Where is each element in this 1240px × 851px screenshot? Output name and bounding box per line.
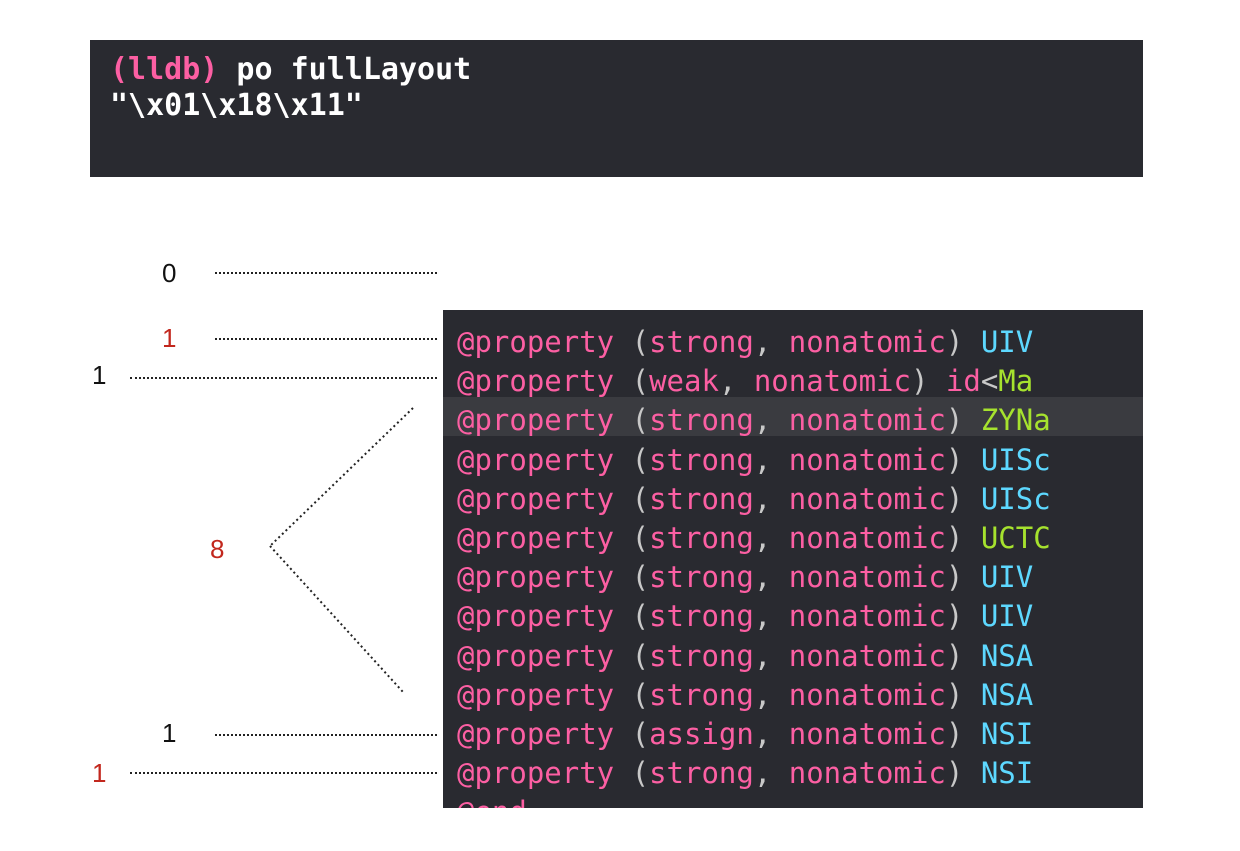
property-keyword: @property [457,364,615,399]
property-type: NSA [980,677,1034,712]
code-line: @property (assign, nonatomic) NSI [457,716,1033,752]
property-attributes: (weak, nonatomic) [614,364,946,399]
property-keyword: @property [457,521,615,555]
leader-line-1d [130,772,437,774]
lldb-console: (lldb) po fullLayout "\x01\x18\x11" [90,40,1143,177]
leader-line-1c [215,734,437,736]
bit-label-1c: 1 [162,718,177,748]
property-attributes: (strong, nonatomic) [614,481,981,516]
property-attributes: (strong, nonatomic) [614,442,981,477]
console-command: po fullLayout [218,52,472,87]
property-keyword: @property [457,638,615,673]
bit-label-0: 0 [162,258,177,288]
property-type: id<Ma [945,364,1034,399]
code-line: @property (strong, nonatomic) UIV [457,559,1033,595]
property-keyword: @property [457,442,615,477]
code-editor: @property (strong, nonatomic) UIV @proper… [443,310,1143,808]
console-output: "\x01\x18\x11" [110,88,363,123]
property-keyword: @property [457,560,615,595]
property-type: UIV [980,325,1034,359]
code-line: @property (strong, nonatomic) UIV [457,324,1033,360]
bit-label-1a: 1 [162,323,177,353]
property-type: UISc [980,442,1051,477]
property-type: NSA [980,638,1034,673]
code-line: @property (strong, nonatomic) NSA [457,677,1033,713]
code-line: @property (strong, nonatomic) UISc [457,442,1051,478]
property-attributes: (strong, nonatomic) [614,756,981,791]
bit-label-8: 8 [210,534,225,564]
property-keyword: @property [457,325,615,359]
code-end-line: @end [457,794,527,808]
lldb-prompt: (lldb) [110,52,219,87]
property-type: UIV [980,560,1034,595]
property-keyword: @property [457,717,615,751]
bit-label-1d: 1 [92,758,107,788]
code-line: @property (strong, nonatomic) ZYNa [457,402,1051,438]
leader-line-1b [130,377,437,379]
code-line: @property (strong, nonatomic) NSI [457,755,1033,791]
code-line: @property (strong, nonatomic) UIV [457,598,1033,634]
property-type: UIV [980,599,1034,634]
property-keyword: @property [457,677,615,712]
bracket-lines [269,407,414,693]
property-keyword: @property [457,599,615,634]
property-keyword: @property [457,403,615,438]
property-attributes: (strong, nonatomic) [614,403,981,438]
property-attributes: (assign, nonatomic) [614,717,981,751]
property-attributes: (strong, nonatomic) [614,521,981,555]
property-type: UCTC [980,521,1051,555]
property-attributes: (strong, nonatomic) [614,325,981,359]
console-command-line: (lldb) po fullLayout [110,52,471,87]
leader-line-0 [215,272,437,274]
leader-line-1a [215,338,437,340]
property-attributes: (strong, nonatomic) [614,638,981,673]
property-attributes: (strong, nonatomic) [614,599,981,634]
property-attributes: (strong, nonatomic) [614,560,981,595]
property-type: NSI [980,717,1034,751]
property-type: NSI [980,756,1034,791]
property-type: ZYNa [980,403,1051,438]
property-keyword: @property [457,756,615,791]
code-line: @property (strong, nonatomic) NSA [457,638,1033,674]
property-keyword: @property [457,481,615,516]
code-line: @property (weak, nonatomic) id<Ma [457,363,1033,399]
bit-label-1b: 1 [92,360,107,390]
code-line: @property (strong, nonatomic) UCTC [457,520,1051,556]
property-attributes: (strong, nonatomic) [614,677,981,712]
property-type: UISc [980,481,1051,516]
code-line: @property (strong, nonatomic) UISc [457,481,1051,517]
